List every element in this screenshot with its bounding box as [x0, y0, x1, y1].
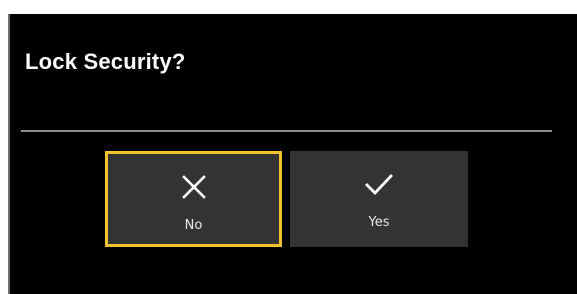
- yes-button[interactable]: Yes: [290, 151, 468, 247]
- no-button[interactable]: No: [105, 151, 282, 247]
- close-icon: [181, 175, 206, 199]
- dialog-title: Lock Security?: [25, 49, 186, 74]
- no-button-label: No: [184, 218, 203, 233]
- checkmark-icon: [365, 174, 393, 196]
- yes-button-label: Yes: [368, 215, 390, 230]
- divider: [21, 130, 552, 132]
